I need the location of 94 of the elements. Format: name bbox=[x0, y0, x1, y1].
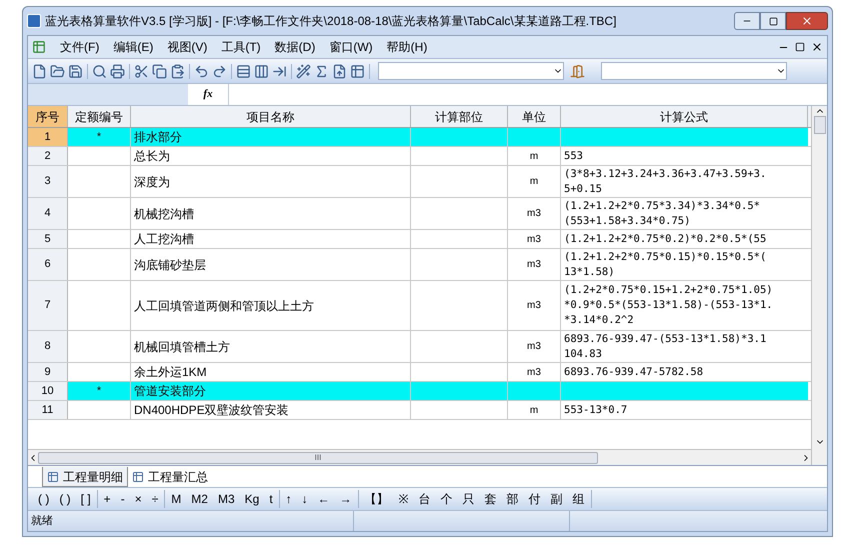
wand-icon[interactable] bbox=[296, 64, 311, 78]
table-icon[interactable] bbox=[350, 64, 365, 78]
row-number[interactable]: 7 bbox=[28, 281, 68, 330]
scroll-thumb[interactable] bbox=[814, 116, 826, 134]
row-number[interactable]: 2 bbox=[28, 147, 68, 165]
symbol-button[interactable]: × bbox=[134, 490, 142, 508]
redo-icon[interactable] bbox=[212, 64, 227, 78]
column-header[interactable]: 序号 bbox=[28, 106, 68, 127]
symbol-button[interactable]: ↓ bbox=[302, 490, 308, 508]
maximize-icon bbox=[768, 16, 778, 26]
table-cell: 深度为 bbox=[131, 166, 411, 197]
row-number[interactable]: 6 bbox=[28, 249, 68, 280]
table-cell: 沟底铺砂垫层 bbox=[131, 249, 411, 280]
sheet-icon bbox=[47, 470, 59, 482]
symbol-button[interactable]: ↑ bbox=[286, 490, 292, 508]
symbol-button[interactable]: ← bbox=[318, 490, 330, 508]
folder-icon[interactable] bbox=[50, 64, 65, 78]
table-cell: 总长为 bbox=[131, 147, 411, 165]
symbol-button[interactable]: Kg bbox=[244, 490, 260, 508]
symbol-button[interactable]: → bbox=[340, 490, 352, 508]
row-number[interactable]: 8 bbox=[28, 331, 68, 362]
export-icon[interactable] bbox=[332, 64, 347, 78]
close-icon[interactable] bbox=[811, 41, 823, 53]
undo-icon[interactable] bbox=[194, 64, 209, 78]
table-cell: 机械回填管槽土方 bbox=[131, 331, 411, 362]
menu-item[interactable]: 工具(T) bbox=[221, 38, 261, 56]
symbol-button[interactable]: M3 bbox=[218, 490, 235, 508]
row-number[interactable]: 5 bbox=[28, 230, 68, 248]
row-number[interactable]: 9 bbox=[28, 363, 68, 381]
row-number[interactable]: 1 bbox=[28, 128, 68, 146]
symbol-button[interactable]: - bbox=[120, 490, 125, 508]
menu-item[interactable]: 帮助(H) bbox=[386, 38, 428, 56]
symbol-button[interactable]: 副 bbox=[550, 490, 563, 508]
menu-item[interactable]: 编辑(E) bbox=[113, 38, 154, 56]
symbol-button[interactable]: M bbox=[171, 490, 182, 508]
column-header[interactable]: 定额编号 bbox=[68, 106, 131, 127]
symbol-button[interactable]: 个 bbox=[440, 490, 453, 508]
table-cell: 排水部分 bbox=[131, 128, 411, 146]
symbol-button[interactable]: ÷ bbox=[152, 490, 158, 508]
symbol-button[interactable]: [ ] bbox=[80, 490, 91, 508]
symbol-button[interactable]: 只 bbox=[462, 490, 475, 508]
row-number[interactable]: 10 bbox=[28, 382, 68, 400]
window-title: 蓝光表格算量软件V3.5 [学习版] - [F:\李畅工作文件夹\2018-08-18\蓝光表格算量\TabCalc\某某道路工程.TBC] bbox=[45, 13, 616, 30]
cut-icon[interactable] bbox=[134, 64, 149, 78]
cell-name-box[interactable] bbox=[28, 84, 188, 105]
table-cell: 机械挖沟槽 bbox=[131, 198, 411, 229]
restore-icon[interactable] bbox=[795, 42, 805, 52]
symbol-button[interactable]: 付 bbox=[528, 490, 541, 508]
paste-icon[interactable] bbox=[170, 64, 185, 78]
function-label: fx bbox=[202, 87, 214, 102]
symbol-button[interactable]: ( ) bbox=[38, 490, 50, 508]
sum-icon[interactable] bbox=[314, 64, 329, 78]
row-number[interactable]: 4 bbox=[28, 198, 68, 229]
symbol-button[interactable]: 【】 bbox=[364, 490, 389, 508]
symbol-button[interactable]: 台 bbox=[418, 490, 431, 508]
column-header[interactable]: 计算部位 bbox=[411, 106, 508, 127]
column-header[interactable]: 项目名称 bbox=[131, 106, 411, 127]
symbol-button[interactable]: ( ) bbox=[59, 490, 71, 508]
table-cell: 人工挖沟槽 bbox=[131, 230, 411, 248]
new-file-icon[interactable] bbox=[32, 64, 47, 78]
symbol-button[interactable]: 套 bbox=[484, 490, 497, 508]
menu-item[interactable]: 数据(D) bbox=[274, 38, 316, 56]
row-number[interactable]: 11 bbox=[28, 401, 68, 419]
print-icon[interactable] bbox=[110, 64, 125, 78]
horizontal-scrollbar[interactable]: III bbox=[28, 449, 811, 465]
save-icon[interactable] bbox=[68, 64, 83, 78]
app-logo-icon bbox=[27, 14, 41, 28]
table-cell: * bbox=[68, 128, 131, 146]
vertical-scrollbar[interactable] bbox=[811, 106, 827, 465]
menu-item[interactable]: 视图(V) bbox=[167, 38, 208, 56]
close-icon bbox=[801, 15, 813, 27]
symbol-button[interactable]: ※ bbox=[398, 490, 409, 508]
document-icon bbox=[32, 40, 46, 54]
table-cell: 人工回填管道两侧和管顶以上土方 bbox=[131, 281, 411, 330]
symbol-button[interactable]: M2 bbox=[191, 490, 208, 508]
symbol-button[interactable]: t bbox=[269, 490, 273, 508]
symbol-button[interactable]: 组 bbox=[572, 490, 585, 508]
table-cell: 余土外运1KM bbox=[131, 363, 411, 381]
symbol-button[interactable]: 部 bbox=[506, 490, 519, 508]
symbol-button[interactable]: + bbox=[104, 490, 111, 508]
copy-icon[interactable] bbox=[152, 64, 167, 78]
scroll-thumb[interactable]: III bbox=[38, 452, 598, 464]
table-cell: * bbox=[68, 382, 131, 400]
menu-item[interactable]: 文件(F) bbox=[60, 38, 100, 56]
menu-item[interactable]: 窗口(W) bbox=[329, 38, 373, 56]
table-cell: 管道安装部分 bbox=[131, 382, 411, 400]
maximize-button[interactable] bbox=[760, 12, 786, 30]
column-header[interactable]: 计算公式 bbox=[561, 106, 808, 127]
column-header[interactable]: 单位 bbox=[508, 106, 561, 127]
close-button[interactable] bbox=[786, 12, 828, 30]
sheet-icon bbox=[132, 471, 144, 483]
status-text: 就绪 bbox=[28, 511, 354, 531]
sheet-tab[interactable]: 工程量明细 bbox=[42, 467, 128, 487]
row-number[interactable]: 3 bbox=[28, 166, 68, 197]
